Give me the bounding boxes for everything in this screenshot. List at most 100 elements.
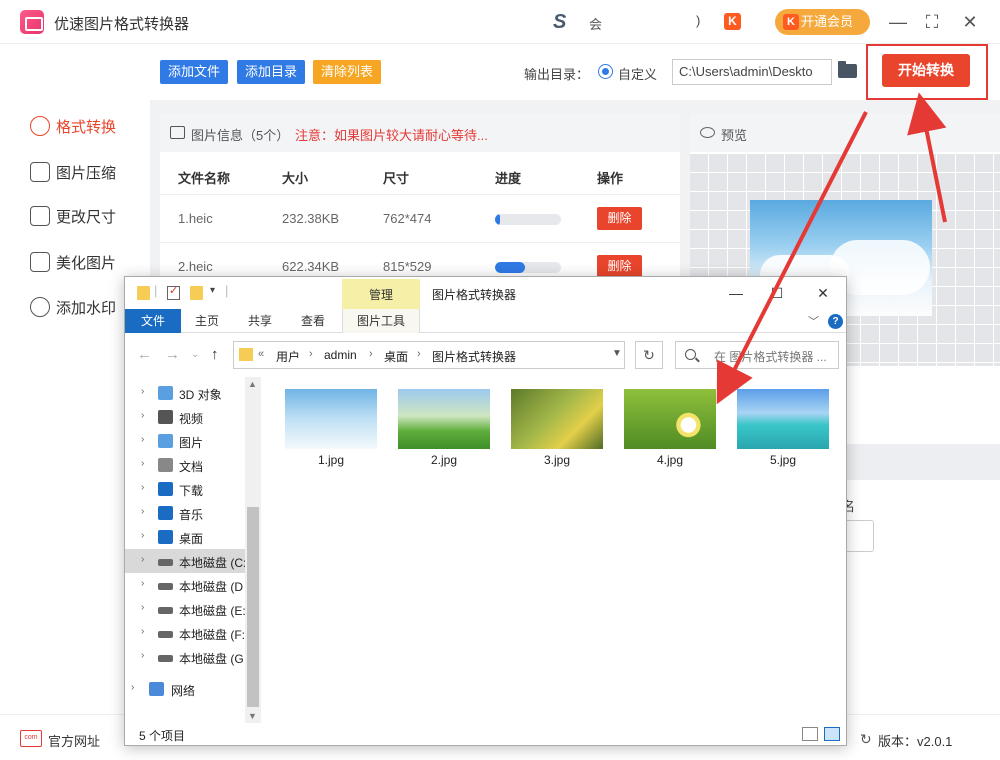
custom-output-radio[interactable]	[598, 64, 613, 79]
explorer-minimize-icon[interactable]: —	[721, 281, 751, 305]
progress-fill	[495, 262, 525, 273]
chevron-right-icon[interactable]: ›	[141, 434, 144, 445]
chevron-right-icon[interactable]: ›	[141, 386, 144, 397]
chevron-right-icon[interactable]: ›	[141, 578, 144, 589]
delete-button[interactable]: 删除	[597, 207, 642, 230]
details-view-icon[interactable]	[802, 727, 818, 741]
breadcrumb-users[interactable]: 用户	[276, 348, 300, 365]
clear-list-button[interactable]: 清除列表	[313, 60, 382, 84]
sidebar-item-resize[interactable]: 更改尺寸	[30, 204, 116, 228]
breadcrumb-desktop[interactable]: 桌面	[384, 348, 408, 365]
nav-item[interactable]: › 桌面	[125, 525, 245, 549]
chevron-right-icon[interactable]: ›	[141, 482, 144, 493]
nav-item[interactable]: › 本地磁盘 (E:	[125, 597, 245, 621]
address-dropdown-icon[interactable]: ▼	[612, 348, 622, 359]
chevron-right-icon[interactable]: ›	[141, 626, 144, 637]
explorer-close-icon[interactable]: ✕	[808, 281, 838, 305]
back-icon[interactable]: ←	[137, 346, 152, 363]
file-name-label: 1.jpg	[317, 453, 345, 467]
scroll-up-icon[interactable]: ▲	[248, 379, 257, 389]
nav-item[interactable]: › 图片	[125, 429, 245, 453]
file-item[interactable]: 3.jpg	[511, 389, 603, 471]
close-icon[interactable]: ✕	[956, 8, 984, 36]
refresh-icon[interactable]: ↻	[635, 341, 663, 369]
chevron-right-icon[interactable]: ›	[141, 530, 144, 541]
breadcrumb-overflow[interactable]: «	[258, 348, 264, 360]
nav-item[interactable]: › 本地磁盘 (C:	[125, 549, 245, 573]
address-bar[interactable]: « 用户 › admin › 桌面 › 图片格式转换器 ▼	[233, 341, 625, 369]
chevron-right-icon[interactable]: ›	[141, 410, 144, 421]
nav-item[interactable]: › 下载	[125, 477, 245, 501]
add-file-button[interactable]: 添加文件	[160, 60, 229, 84]
output-path-input[interactable]: C:\Users\admin\Deskto	[672, 59, 832, 85]
help-icon[interactable]: ?	[828, 314, 843, 329]
manage-tab[interactable]: 管理	[342, 279, 420, 309]
official-site-link[interactable]: 官方网址	[48, 731, 100, 750]
recent-dropdown-icon[interactable]: ⌄	[191, 349, 199, 360]
delete-button[interactable]: 删除	[597, 255, 642, 278]
start-convert-button[interactable]: 开始转换	[882, 54, 970, 87]
nav-item[interactable]: › 文档	[125, 453, 245, 477]
user-avatar-icon[interactable]: S	[553, 11, 566, 34]
download-icon	[158, 482, 173, 496]
vip-button[interactable]: K 开通会员	[775, 9, 870, 35]
nav-item[interactable]: › 视频	[125, 405, 245, 429]
sidebar-item-format-convert[interactable]: 格式转换	[30, 114, 116, 138]
customize-qa-icon[interactable]: ▾	[210, 285, 215, 296]
chevron-right-icon[interactable]: ›	[141, 458, 144, 469]
file-item[interactable]: 1.jpg	[285, 389, 377, 471]
sidebar-item-beautify[interactable]: 美化图片	[30, 250, 116, 274]
chevron-right-icon[interactable]: ›	[141, 554, 144, 565]
nav-item[interactable]: › 本地磁盘 (F:	[125, 621, 245, 645]
chevron-right-icon[interactable]: ›	[131, 682, 134, 693]
k-badge-icon[interactable]: K	[724, 13, 741, 30]
nav-item[interactable]: › 音乐	[125, 501, 245, 525]
up-icon[interactable]: ↑	[211, 346, 219, 363]
add-directory-button[interactable]: 添加目录	[237, 60, 306, 84]
breadcrumb-admin[interactable]: admin	[324, 348, 357, 362]
chevron-right-icon[interactable]: ›	[141, 650, 144, 661]
explorer-title: 图片格式转换器	[432, 288, 517, 302]
chevron-right-icon[interactable]: ›	[141, 602, 144, 613]
nav-item[interactable]: › 本地磁盘 (G	[125, 645, 245, 669]
scroll-down-icon[interactable]: ▼	[248, 711, 257, 721]
tab-view[interactable]: 查看	[293, 309, 333, 333]
file-item[interactable]: 4.jpg	[624, 389, 716, 471]
explorer-maximize-icon[interactable]: ☐	[762, 281, 792, 305]
breadcrumb-folder[interactable]: 图片格式转换器	[432, 348, 516, 365]
nav-scrollbar[interactable]: ▲ ▼	[245, 377, 261, 723]
search-input[interactable]: 在 图片格式转换器 ...	[675, 341, 839, 369]
nav-item[interactable]: › 本地磁盘 (D	[125, 573, 245, 597]
maximize-icon[interactable]: ⛶	[918, 8, 946, 36]
custom-output-label[interactable]: 自定义	[618, 64, 657, 83]
refresh-version-icon[interactable]: ↻	[860, 731, 872, 748]
scroll-thumb[interactable]	[247, 507, 259, 707]
sidebar-item-compress[interactable]: 图片压缩	[30, 160, 116, 184]
minimize-icon[interactable]: —	[884, 8, 912, 36]
quick-access-folder-icon[interactable]	[137, 286, 150, 300]
tab-file[interactable]: 文件	[125, 309, 181, 333]
resize-icon	[30, 206, 50, 226]
properties-icon[interactable]	[167, 284, 180, 300]
tab-home[interactable]: 主页	[187, 309, 227, 333]
file-thumbnail	[511, 389, 603, 449]
browse-folder-icon[interactable]	[838, 61, 857, 78]
toolbar: 添加文件 添加目录 清除列表 输出目录： 自定义 C:\Users\admin\…	[150, 44, 1000, 100]
col-header-dims: 尺寸	[383, 171, 410, 186]
new-folder-icon[interactable]	[190, 286, 203, 300]
file-item[interactable]: 2.jpg	[398, 389, 490, 471]
user-name[interactable]: 会	[589, 14, 602, 33]
nav-item[interactable]: › 3D 对象	[125, 381, 245, 405]
file-item[interactable]: 5.jpg	[737, 389, 829, 471]
website-icon[interactable]: com	[20, 730, 42, 747]
chevron-down-icon[interactable]: ﹀	[808, 313, 819, 329]
sidebar-item-label: 图片压缩	[56, 164, 117, 182]
nav-item[interactable]: › 网络	[125, 677, 245, 701]
forward-icon[interactable]: →	[165, 346, 180, 363]
tab-picture-tools[interactable]: 图片工具	[342, 309, 420, 333]
sidebar-item-watermark[interactable]: 添加水印	[30, 295, 116, 319]
table-row[interactable]: 1.heic 232.38KB 762*474 删除	[160, 194, 680, 242]
large-icons-view-icon[interactable]	[824, 727, 840, 741]
chevron-right-icon[interactable]: ›	[141, 506, 144, 517]
tab-share[interactable]: 共享	[240, 309, 280, 333]
